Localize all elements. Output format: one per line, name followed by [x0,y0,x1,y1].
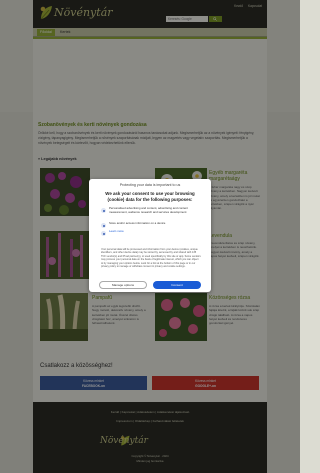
manage-options-button[interactable]: Manage options [99,281,147,289]
consent-button[interactable]: Consent [153,281,201,289]
consent-purpose-storage-text: Store and/or access information on a dev… [109,221,166,225]
page: Növénytár Kezdő Kapcsolat Főoldal Kertek… [0,0,300,473]
consent-learn-more-link[interactable]: Learn more [109,229,203,234]
storage-purpose-icon [101,223,106,228]
ads-purpose-icon [101,208,106,213]
learn-more-icon [101,231,106,236]
consent-title: We ask your consent to use your browsing… [105,191,195,202]
consent-dialog: Protecting your data is important to us … [89,179,211,292]
consent-purpose-ads-text: Personalised advertising and content, ad… [109,206,188,214]
consent-body-text: Your personal data will be processed and… [101,248,201,269]
consent-header: Protecting your data is important to us [119,183,181,187]
consent-learn-more-row: Learn more [101,229,203,240]
consent-purpose-ads: Personalised advertising and content, ad… [101,206,203,217]
